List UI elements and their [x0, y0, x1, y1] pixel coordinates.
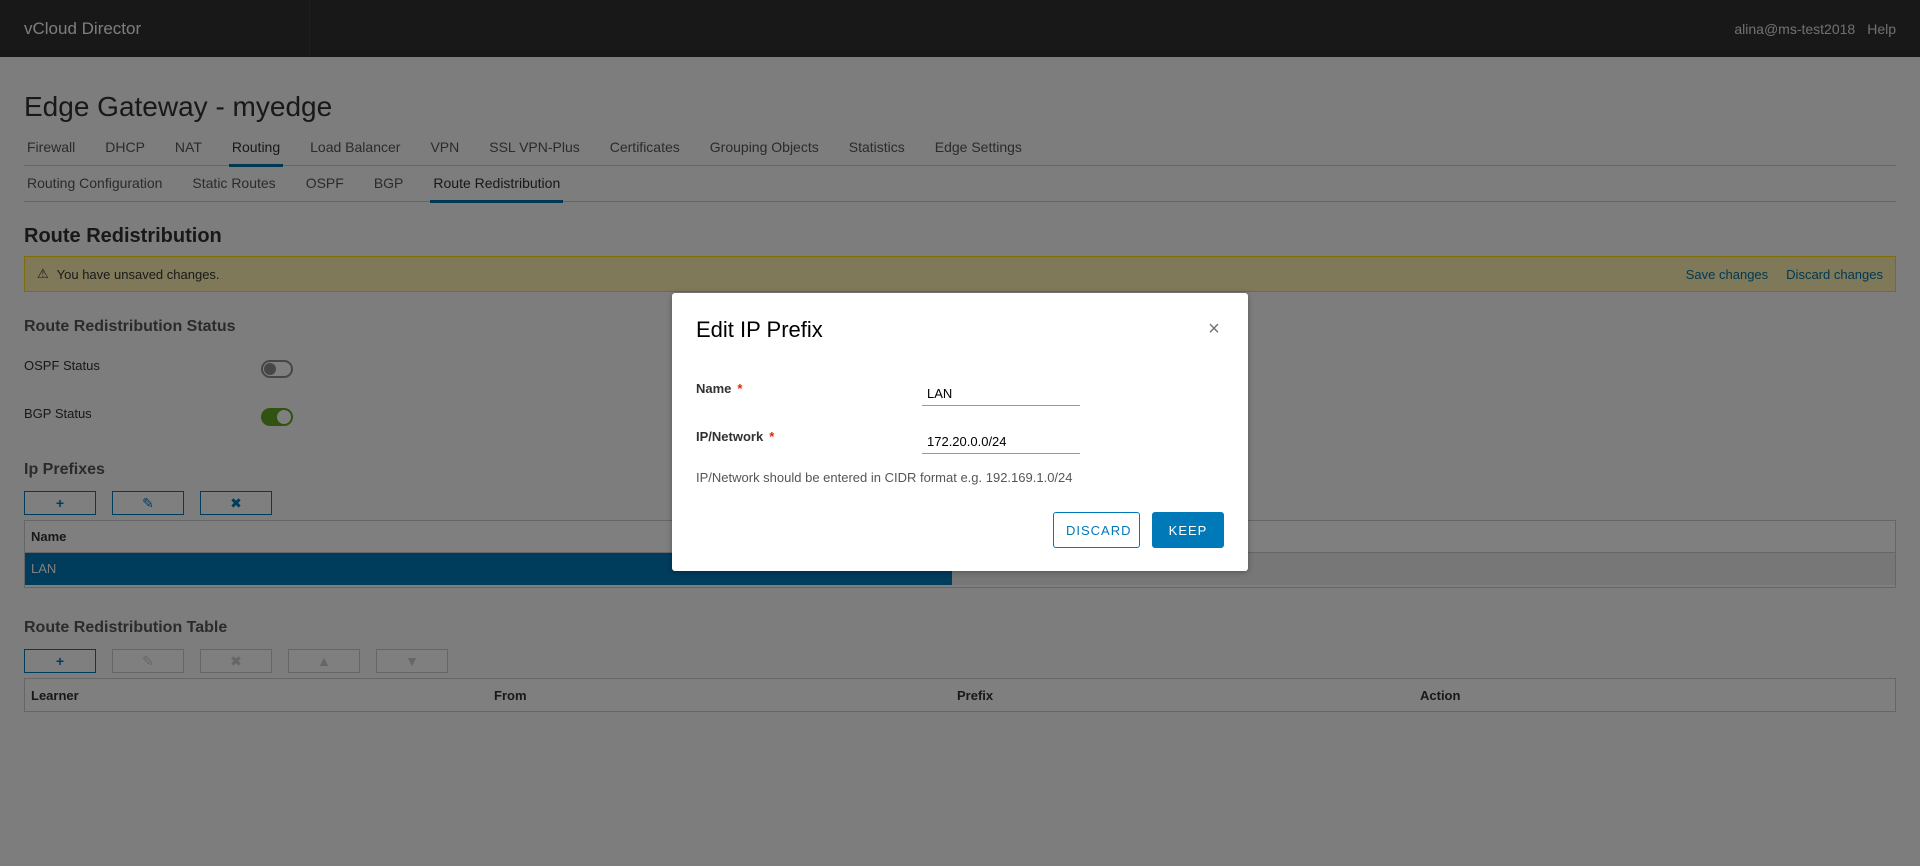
required-marker: * [737, 381, 743, 396]
cidr-helper-text: IP/Network should be entered in CIDR for… [696, 470, 1073, 485]
ip-network-input[interactable] [922, 430, 1080, 454]
dialog-footer: DISCARD KEEP [1053, 512, 1224, 548]
close-icon[interactable]: × [1204, 319, 1224, 339]
edit-ip-prefix-dialog: Edit IP Prefix × Name* IP/Network* IP/Ne… [672, 293, 1248, 571]
dialog-title: Edit IP Prefix [696, 317, 823, 342]
discard-button[interactable]: DISCARD [1053, 512, 1140, 548]
required-marker: * [769, 429, 775, 444]
ip-network-label: IP/Network * [696, 429, 775, 444]
keep-button[interactable]: KEEP [1152, 512, 1224, 548]
name-input[interactable] [922, 382, 1080, 406]
name-label: Name * [696, 381, 743, 396]
